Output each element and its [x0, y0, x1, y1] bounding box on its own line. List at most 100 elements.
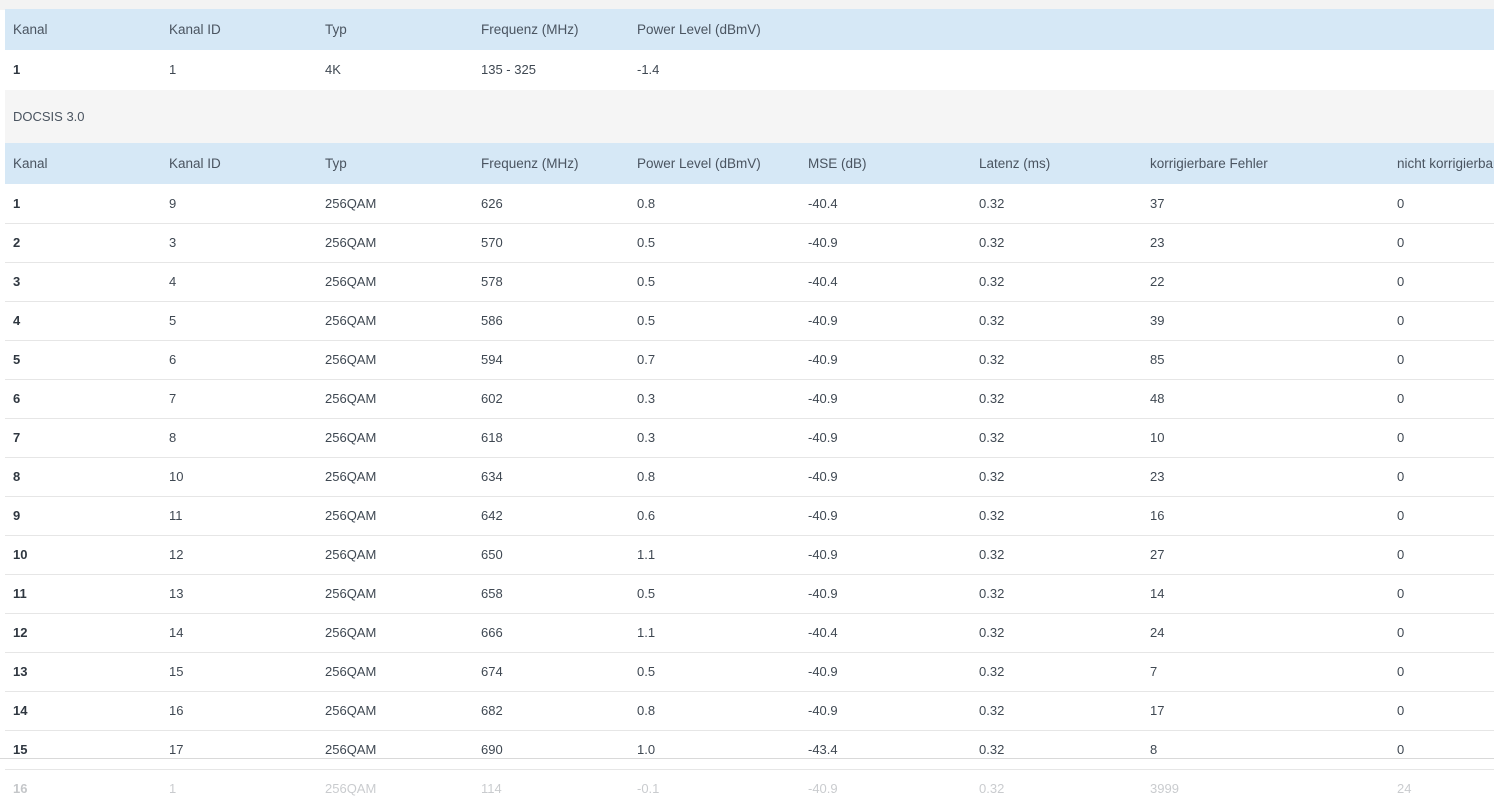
- mse-cell: -40.9: [808, 703, 838, 718]
- frequenz-cell: 650: [481, 547, 503, 562]
- nicht-korrigierbare-fehler-cell: 0: [1397, 586, 1405, 601]
- frequenz-cell: 114: [481, 781, 502, 796]
- mse-cell: -40.9: [808, 391, 838, 406]
- frequenz-cell: 682: [481, 703, 503, 718]
- mse-cell: -40.9: [808, 313, 838, 328]
- power-level-cell: 0.3: [637, 430, 656, 445]
- latenz-cell: 0.32: [979, 781, 1005, 796]
- mse-cell: -40.4: [808, 195, 838, 211]
- typ-cell: 4K: [325, 62, 341, 78]
- typ-cell: 256QAM: [325, 469, 377, 484]
- korrigierbare-fehler-cell: 7: [1150, 664, 1158, 679]
- power-level-cell: 0.8: [637, 703, 656, 718]
- table-row: 6 7 256QAM 602 0.3 -40.9 0.32 48 0: [5, 379, 1494, 418]
- docsis31-table: Kanal Kanal ID Typ Frequenz (MHz) Power …: [5, 9, 1494, 91]
- header-power-level: Power Level (dBmV): [637, 22, 761, 37]
- power-level-cell: 1.0: [637, 742, 656, 757]
- korrigierbare-fehler-cell: [1142, 50, 1389, 90]
- power-level-cell: 0.5: [637, 235, 656, 250]
- korrigierbare-fehler-cell: 17: [1150, 703, 1165, 718]
- frequenz-cell: 578: [481, 274, 503, 289]
- typ-cell: 256QAM: [325, 586, 377, 601]
- kanal-cell: 1: [13, 62, 21, 78]
- nicht-korrigierbare-fehler-cell: 0: [1397, 742, 1405, 757]
- table-row: 12 14 256QAM 666 1.1 -40.4 0.32 24 0: [5, 613, 1494, 652]
- latenz-cell: 0.32: [979, 313, 1005, 328]
- header-kanal: Kanal: [13, 22, 48, 37]
- nicht-korrigierbare-fehler-cell: 24: [1397, 781, 1412, 796]
- kanal-id-cell: 4: [169, 274, 177, 289]
- latenz-cell: 0.32: [979, 469, 1005, 484]
- table-row: 16 1 256QAM 114 -0.1 -40.9 0.32 3999 24: [5, 769, 1494, 800]
- kanal-id-cell: 1: [169, 781, 177, 796]
- header-typ: Typ: [325, 156, 347, 171]
- kanal-id-cell: 12: [169, 547, 184, 562]
- kanal-id-cell: 3: [169, 235, 177, 250]
- latenz-cell: 0.32: [979, 664, 1005, 679]
- typ-cell: 256QAM: [325, 391, 377, 406]
- header-frequenz: Frequenz (MHz): [481, 22, 579, 37]
- latenz-cell: 0.32: [979, 274, 1005, 289]
- mse-cell: -40.9: [808, 781, 838, 796]
- latenz-cell: [971, 50, 1142, 90]
- table-row: 8 10 256QAM 634 0.8 -40.9 0.32 23 0: [5, 457, 1494, 496]
- nicht-korrigierbare-fehler-cell: 0: [1397, 274, 1405, 289]
- header-power-level: Power Level (dBmV): [637, 156, 761, 171]
- table-row: 4 5 256QAM 586 0.5 -40.9 0.32 39 0: [5, 301, 1494, 340]
- kanal-id-cell: 6: [169, 352, 177, 367]
- kanal-id-cell: 16: [169, 703, 184, 718]
- header-mse: MSE (dB): [808, 156, 867, 171]
- table-row: 15 17 256QAM 690 1.0 -43.4 0.32 8 0: [5, 730, 1494, 769]
- korrigierbare-fehler-cell: 14: [1150, 586, 1165, 601]
- frequenz-cell: 618: [481, 430, 503, 445]
- korrigierbare-fehler-cell: 23: [1150, 235, 1165, 250]
- header-typ: Typ: [325, 22, 347, 37]
- nicht-korrigierbare-fehler-cell: 0: [1397, 508, 1405, 523]
- power-level-cell: 0.3: [637, 391, 656, 406]
- kanal-cell: 3: [13, 274, 21, 289]
- table-row: 2 3 256QAM 570 0.5 -40.9 0.32 23 0: [5, 223, 1494, 262]
- korrigierbare-fehler-cell: 22: [1150, 274, 1165, 289]
- frequenz-cell: 594: [481, 352, 503, 367]
- docsis30-table: Kanal Kanal ID Typ Frequenz (MHz) Power …: [5, 143, 1494, 800]
- typ-cell: 256QAM: [325, 742, 377, 757]
- power-level-cell: 0.5: [637, 664, 656, 679]
- kanal-id-cell: 7: [169, 391, 177, 406]
- nicht-korrigierbare-fehler-cell: 0: [1397, 352, 1405, 367]
- kanal-id-cell: 9: [169, 195, 177, 211]
- table-row: 7 8 256QAM 618 0.3 -40.9 0.32 10 0: [5, 418, 1494, 457]
- docsis30-header-row: Kanal Kanal ID Typ Frequenz (MHz) Power …: [5, 143, 1494, 184]
- mse-cell: -40.9: [808, 235, 838, 250]
- typ-cell: 256QAM: [325, 352, 377, 367]
- latenz-cell: 0.32: [979, 547, 1005, 562]
- kanal-id-cell: 15: [169, 664, 184, 679]
- typ-cell: 256QAM: [325, 547, 377, 562]
- latenz-cell: 0.32: [979, 625, 1005, 640]
- typ-cell: 256QAM: [325, 274, 377, 289]
- kanal-cell: 6: [13, 391, 21, 406]
- header-kanal-id: Kanal ID: [169, 22, 221, 37]
- header-kanal-id: Kanal ID: [169, 156, 221, 171]
- frequenz-cell: 666: [481, 625, 503, 640]
- latenz-cell: 0.32: [979, 742, 1005, 757]
- frequenz-cell: 642: [481, 508, 503, 523]
- frequenz-cell: 626: [481, 195, 503, 211]
- kanal-cell: 15: [13, 742, 28, 757]
- mse-cell: -40.9: [808, 664, 838, 679]
- power-level-cell: 1.1: [637, 625, 656, 640]
- power-level-cell: -0.1: [637, 781, 660, 796]
- latenz-cell: 0.32: [979, 586, 1005, 601]
- kanal-cell: 10: [13, 547, 28, 562]
- typ-cell: 256QAM: [325, 703, 377, 718]
- typ-cell: 256QAM: [325, 235, 377, 250]
- kanal-cell: 7: [13, 430, 21, 445]
- nicht-korrigierbare-fehler-cell: 0: [1397, 430, 1405, 445]
- kanal-cell: 5: [13, 352, 21, 367]
- kanal-id-cell: 17: [169, 742, 184, 757]
- power-level-cell: 0.7: [637, 352, 656, 367]
- kanal-cell: 16: [13, 781, 28, 796]
- header-latenz: Latenz (ms): [979, 156, 1051, 171]
- nicht-korrigierbare-fehler-cell: 0: [1397, 235, 1405, 250]
- nicht-korrigierbare-fehler-cell: 0: [1397, 391, 1405, 406]
- table-row: 3 4 256QAM 578 0.5 -40.4 0.32 22 0: [5, 262, 1494, 301]
